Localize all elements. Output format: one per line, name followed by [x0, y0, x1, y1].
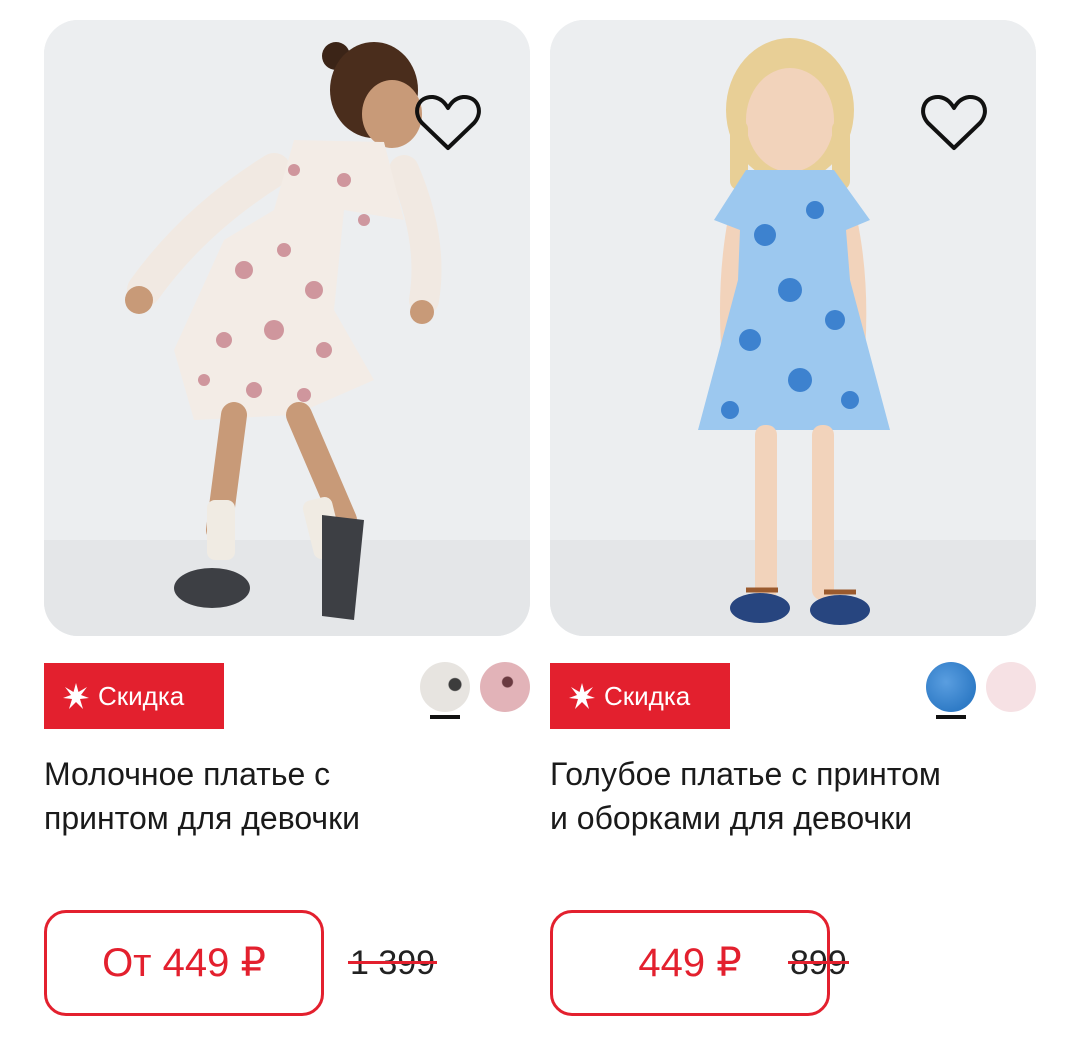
- color-swatch-pink[interactable]: [480, 662, 530, 712]
- old-price: 1 399: [348, 940, 438, 986]
- selected-indicator: [936, 715, 966, 719]
- product-grid: Скидка Молочное платье с принтом для дев…: [0, 0, 1080, 1050]
- product-title-line: Голубое платье с принтом: [550, 756, 941, 792]
- product-title-line: и оборками для девочки: [550, 800, 913, 836]
- discount-badge: Скидка: [44, 663, 224, 729]
- color-swatches: [420, 662, 530, 719]
- product-title-line: Молочное платье с: [44, 756, 331, 792]
- current-price: От 449 ₽: [102, 941, 266, 985]
- old-price: 899: [788, 940, 849, 986]
- color-swatch-blue[interactable]: [926, 662, 976, 719]
- product-title-line: принтом для девочки: [44, 800, 360, 836]
- discount-badge-label: Скидка: [604, 680, 691, 711]
- selected-indicator: [430, 715, 460, 719]
- color-swatch-light-pink[interactable]: [986, 662, 1036, 712]
- color-swatch-milk[interactable]: [420, 662, 470, 719]
- color-swatches: [926, 662, 1036, 719]
- product-title[interactable]: Голубое платье с принтом и оборками для …: [550, 752, 1036, 840]
- product-card[interactable]: Скидка Голубое платье с принтом и оборка…: [550, 0, 1036, 1050]
- burst-star-icon: [63, 683, 89, 709]
- product-photo[interactable]: [550, 20, 1036, 636]
- discount-badge-label: Скидка: [98, 680, 185, 711]
- product-photo[interactable]: [44, 20, 530, 636]
- strikethrough-line: [348, 961, 438, 964]
- product-title[interactable]: Молочное платье с принтом для девочки: [44, 752, 530, 840]
- price-button[interactable]: От 449 ₽: [44, 910, 324, 1016]
- current-price: 449 ₽: [638, 941, 742, 985]
- discount-badge: Скидка: [550, 663, 730, 729]
- burst-star-icon: [569, 683, 595, 709]
- strikethrough-line: [788, 961, 849, 964]
- product-card[interactable]: Скидка Молочное платье с принтом для дев…: [44, 0, 530, 1050]
- favorite-heart-icon[interactable]: [920, 92, 988, 154]
- favorite-heart-icon[interactable]: [414, 92, 482, 154]
